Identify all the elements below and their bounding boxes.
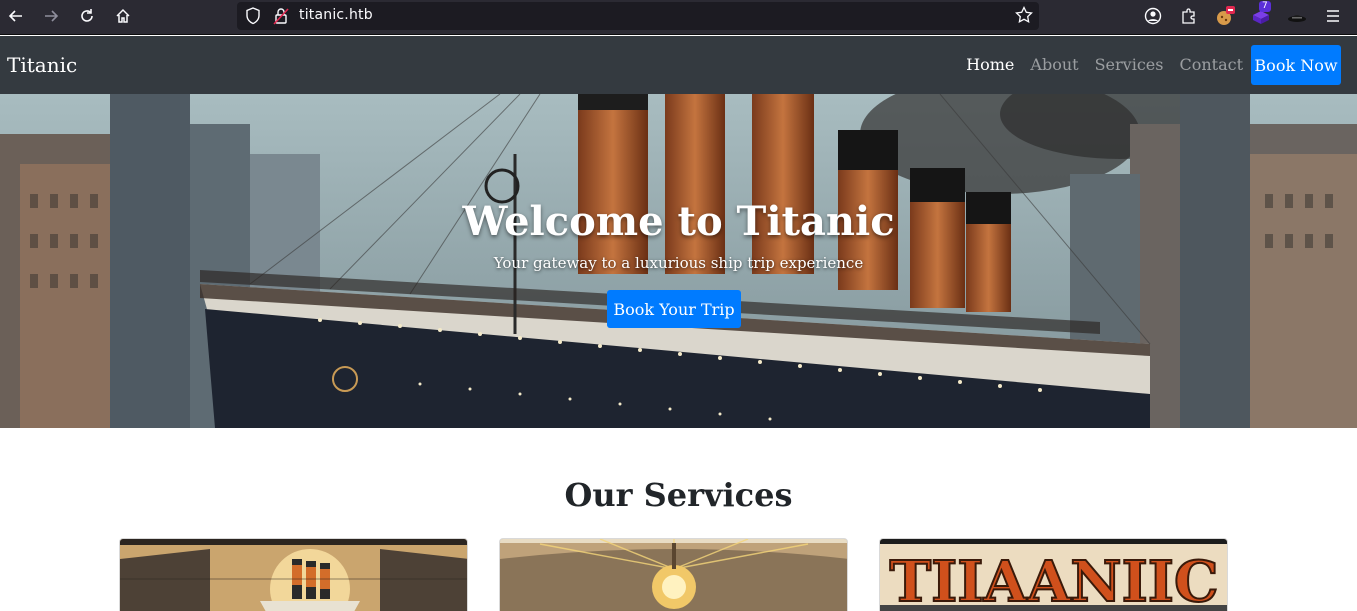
book-your-trip-button[interactable]: Book Your Trip: [607, 290, 741, 328]
hero-title: Welcome to Titanic: [462, 198, 895, 245]
service-card-1-image: [120, 539, 467, 611]
nav-about[interactable]: About: [1030, 55, 1078, 74]
forward-icon[interactable]: [38, 4, 64, 28]
insecure-lock-icon[interactable]: [273, 7, 289, 29]
home-icon[interactable]: [110, 4, 136, 28]
nav-home[interactable]: Home: [966, 55, 1014, 74]
book-now-button[interactable]: Book Now: [1251, 45, 1341, 85]
hero-subtitle: Your gateway to a luxurious ship trip ex…: [493, 254, 864, 272]
tracking-shield-icon[interactable]: [245, 7, 261, 29]
service-card-1[interactable]: [119, 538, 468, 611]
hero-banner: Welcome to Titanic Your gateway to a lux…: [0, 94, 1357, 428]
service-card-2-image: [500, 539, 847, 611]
url-bar[interactable]: titanic.htb: [237, 2, 1039, 30]
nav-contact[interactable]: Contact: [1179, 55, 1243, 74]
reload-icon[interactable]: [74, 4, 100, 28]
poster-lettering: TIIAANIIC: [889, 549, 1218, 611]
bookmark-star-icon[interactable]: [1015, 5, 1033, 28]
nav-links: Home About Services Contact: [966, 55, 1243, 74]
browser-toolbar: titanic.htb 7: [0, 0, 1357, 35]
extensions-puzzle-icon[interactable]: [1176, 4, 1202, 28]
site-navbar: Titanic Home About Services Contact Book…: [0, 36, 1357, 94]
nav-services[interactable]: Services: [1095, 55, 1164, 74]
back-icon[interactable]: [3, 4, 29, 28]
account-icon[interactable]: [1140, 4, 1166, 28]
menu-hamburger-icon[interactable]: [1320, 4, 1346, 28]
service-card-3[interactable]: TIIAANIIC: [879, 538, 1228, 611]
service-card-3-poster: TIIAANIIC: [880, 539, 1227, 611]
hat-extension-icon[interactable]: [1284, 4, 1310, 28]
brand-logo[interactable]: Titanic: [7, 53, 77, 77]
extension-count-badge: 7: [1259, 1, 1271, 12]
url-text: titanic.htb: [299, 7, 373, 23]
service-card-2[interactable]: [499, 538, 848, 611]
services-heading: Our Services: [564, 476, 793, 514]
cookie-extension-icon[interactable]: [1212, 4, 1238, 28]
